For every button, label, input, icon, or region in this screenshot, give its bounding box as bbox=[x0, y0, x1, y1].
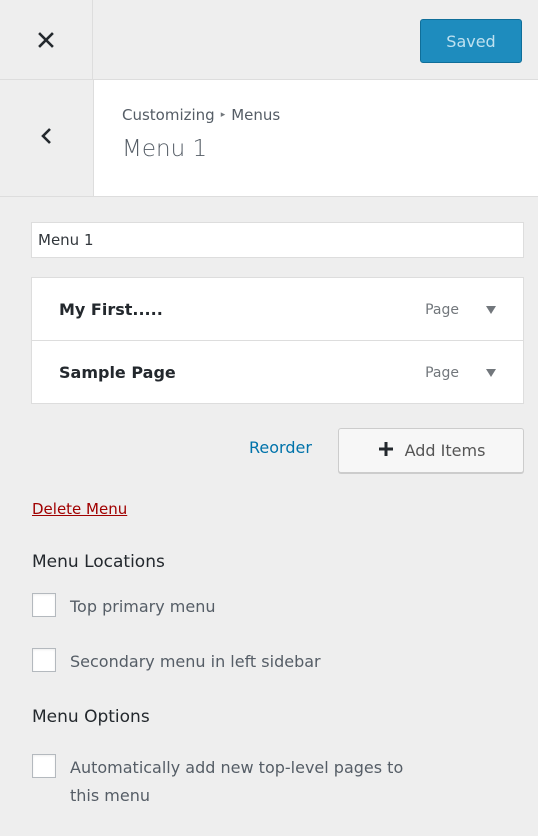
auto-add-label-line2: this menu bbox=[70, 786, 150, 805]
auto-add-option[interactable]: Automatically add new top-level pages to… bbox=[32, 754, 403, 810]
breadcrumb-parent: Customizing bbox=[122, 106, 215, 124]
menu-item[interactable]: Sample Page Page bbox=[31, 340, 524, 404]
breadcrumb-current: Menus bbox=[231, 106, 281, 124]
panel-header: Customizing ▸ Menus Menu 1 bbox=[0, 80, 538, 197]
page-title: Menu 1 bbox=[122, 136, 208, 162]
auto-add-checkbox[interactable] bbox=[32, 754, 56, 778]
reorder-link[interactable]: Reorder bbox=[249, 438, 312, 457]
location-checkbox[interactable] bbox=[32, 593, 56, 617]
location-option-top-primary[interactable]: Top primary menu bbox=[32, 593, 216, 621]
menu-item-title: My First..... bbox=[59, 300, 163, 319]
plus-icon bbox=[377, 440, 395, 462]
menu-locations-heading: Menu Locations bbox=[32, 552, 165, 572]
delete-menu-link[interactable]: Delete Menu bbox=[32, 500, 127, 518]
menu-item-title: Sample Page bbox=[59, 363, 176, 382]
location-option-secondary[interactable]: Secondary menu in left sidebar bbox=[32, 648, 321, 676]
location-checkbox[interactable] bbox=[32, 648, 56, 672]
back-button[interactable] bbox=[0, 80, 96, 196]
close-icon bbox=[38, 31, 54, 48]
breadcrumb-separator: ▸ bbox=[220, 110, 226, 120]
triangle-down-icon[interactable] bbox=[485, 304, 497, 316]
close-button[interactable] bbox=[0, 0, 93, 79]
menu-item-type: Page bbox=[425, 365, 459, 381]
location-label: Secondary menu in left sidebar bbox=[70, 652, 321, 671]
add-items-label: Add Items bbox=[404, 441, 486, 460]
add-items-button[interactable]: Add Items bbox=[338, 428, 524, 473]
customizer-topbar: Saved bbox=[0, 0, 538, 80]
menu-name-input[interactable] bbox=[31, 222, 524, 258]
menu-item[interactable]: My First..... Page bbox=[31, 277, 524, 341]
panel-header-main: Customizing ▸ Menus Menu 1 bbox=[93, 80, 538, 196]
triangle-down-icon[interactable] bbox=[485, 367, 497, 379]
menu-items-list: My First..... Page Sample Page Page bbox=[31, 277, 524, 404]
saved-button[interactable]: Saved bbox=[420, 19, 522, 63]
chevron-left-icon bbox=[40, 127, 52, 149]
location-label: Top primary menu bbox=[70, 597, 216, 616]
menu-item-type: Page bbox=[425, 302, 459, 318]
auto-add-label-line1: Automatically add new top-level pages to bbox=[70, 758, 404, 777]
auto-add-label: Automatically add new top-level pages to… bbox=[70, 754, 403, 810]
breadcrumb: Customizing ▸ Menus bbox=[122, 106, 280, 124]
menu-options-heading: Menu Options bbox=[32, 707, 150, 727]
